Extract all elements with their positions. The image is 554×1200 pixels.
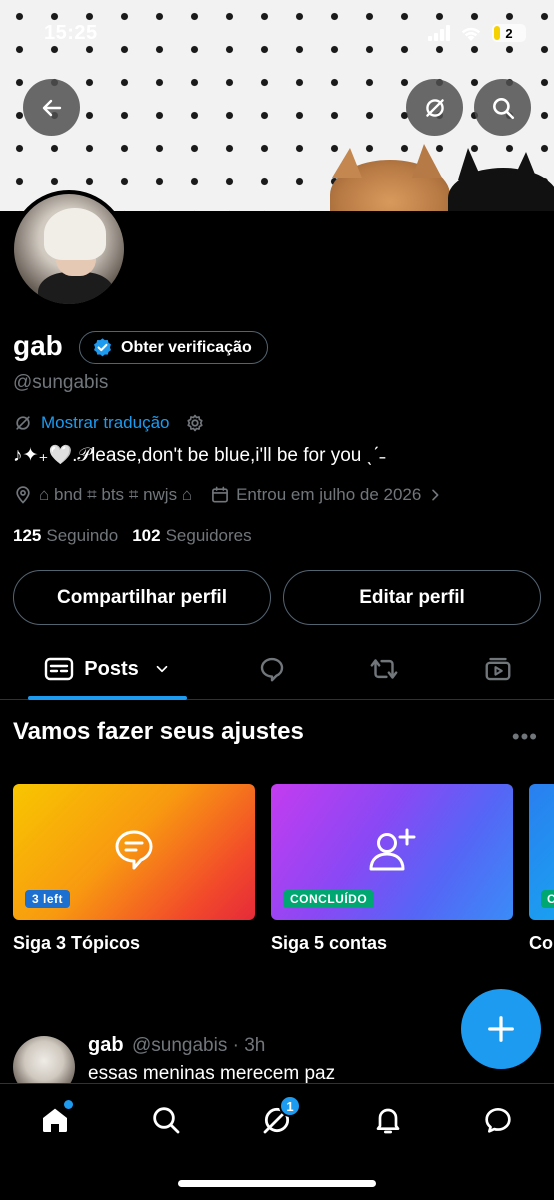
battery-icon: 2: [492, 24, 526, 42]
back-button[interactable]: [23, 79, 80, 136]
gear-icon[interactable]: [184, 412, 206, 434]
plus-icon: [488, 1016, 514, 1042]
tab-media[interactable]: [476, 640, 520, 698]
reply-icon: [260, 657, 284, 682]
compose-button[interactable]: [461, 989, 541, 1069]
repost-icon: [370, 659, 398, 679]
wifi-icon: [461, 27, 481, 41]
posts-icon: [45, 657, 74, 681]
profile-name: gab: [13, 330, 63, 361]
card-badge: 3 left: [25, 890, 71, 908]
video-icon: [485, 657, 511, 681]
get-verified-label: Obter verificação: [121, 338, 252, 356]
profile-handle: @sungabis: [13, 372, 109, 393]
edit-profile-button[interactable]: Editar perfil: [283, 570, 541, 625]
post-text: essas meninas merecem paz: [88, 1063, 336, 1084]
calendar-icon: [212, 486, 228, 503]
follow-stats: 125 Seguindo 102 Seguidores: [13, 526, 252, 546]
search-icon: [492, 97, 514, 119]
setup-card-topics[interactable]: 3 left: [13, 784, 255, 920]
share-profile-button[interactable]: Compartilhar perfil: [13, 570, 271, 625]
card-badge: CONCLUÍDO: [283, 890, 375, 908]
home-indicator: [178, 1180, 376, 1187]
translate-row: Mostrar tradução: [13, 412, 206, 434]
topic-chat-icon: [115, 830, 153, 870]
nav-home[interactable]: [33, 1098, 77, 1142]
tab-replies[interactable]: [250, 640, 294, 698]
profile-avatar[interactable]: [10, 190, 128, 308]
bell-icon: [376, 1108, 400, 1134]
nav-notifications[interactable]: [366, 1098, 410, 1142]
tab-active-indicator: [28, 696, 187, 700]
setup-card-label: Siga 3 Tópicos: [13, 933, 141, 953]
card-badge: C: [541, 890, 554, 908]
setup-card-label: Siga 5 contas: [271, 933, 388, 953]
profile-location: ⌂ bnd ⌗ bts ⌗ nwjs ⌂: [39, 485, 193, 504]
following-label: Seguindo: [46, 526, 119, 545]
setup-card-follow[interactable]: CONCLUÍDO: [271, 784, 513, 920]
tab-posts[interactable]: Posts: [28, 640, 187, 698]
back-arrow-icon: [42, 99, 61, 116]
followers-link[interactable]: 102 Seguidores: [132, 526, 251, 546]
status-time: 15:25: [44, 22, 98, 44]
search-icon: [153, 1107, 180, 1134]
setup-card-partial[interactable]: C: [529, 784, 554, 920]
nav-grok[interactable]: 1: [255, 1095, 301, 1142]
home-notification-dot: [64, 1100, 73, 1109]
translate-banner-button[interactable]: [406, 79, 463, 136]
messages-badge: 1: [279, 1095, 301, 1117]
tab-posts-label: Posts: [84, 657, 139, 680]
location-icon: [16, 486, 30, 504]
show-translation-link[interactable]: Mostrar tradução: [41, 413, 170, 433]
tab-reposts[interactable]: [362, 640, 406, 698]
profile-meta: ⌂ bnd ⌗ bts ⌗ nwjs ⌂ Entrou em julho de …: [13, 485, 443, 505]
more-options-icon[interactable]: •••: [512, 724, 538, 750]
followers-count: 102: [132, 526, 161, 545]
chevron-right-icon[interactable]: [427, 487, 443, 503]
chevron-down-icon: [156, 665, 168, 673]
nav-messages[interactable]: [476, 1098, 520, 1142]
translate-icon: [425, 98, 444, 117]
profile-bio: ♪✦₊🤍.𝒫lease,don't be blue,i'll be for yo…: [13, 445, 386, 466]
following-count: 125: [13, 526, 42, 545]
add-user-icon: [369, 828, 416, 871]
status-icons: 2: [428, 24, 526, 42]
translate-icon: [16, 416, 30, 430]
following-link[interactable]: 125 Seguindo: [13, 526, 118, 546]
setup-card-label: Co: [529, 933, 553, 953]
followers-label: Seguidores: [165, 526, 252, 545]
message-icon: [485, 1108, 511, 1133]
get-verified-button[interactable]: Obter verificação: [79, 331, 268, 364]
profile-joined: Entrou em julho de 2026: [236, 485, 422, 504]
post-author-handle: @sungabis · 3h: [132, 1035, 266, 1056]
setup-section-title: Vamos fazer seus ajustes: [13, 718, 304, 745]
signal-icon: [428, 25, 450, 41]
nav-search[interactable]: [144, 1098, 188, 1142]
profile-tabs: Posts: [0, 640, 554, 700]
search-button[interactable]: [474, 79, 531, 136]
post-author-name: gab: [88, 1034, 124, 1056]
verified-icon: [94, 338, 111, 357]
battery-level: 2: [505, 25, 513, 41]
banner-cat-black: [448, 148, 554, 211]
banner-cat-orange: [330, 144, 450, 211]
